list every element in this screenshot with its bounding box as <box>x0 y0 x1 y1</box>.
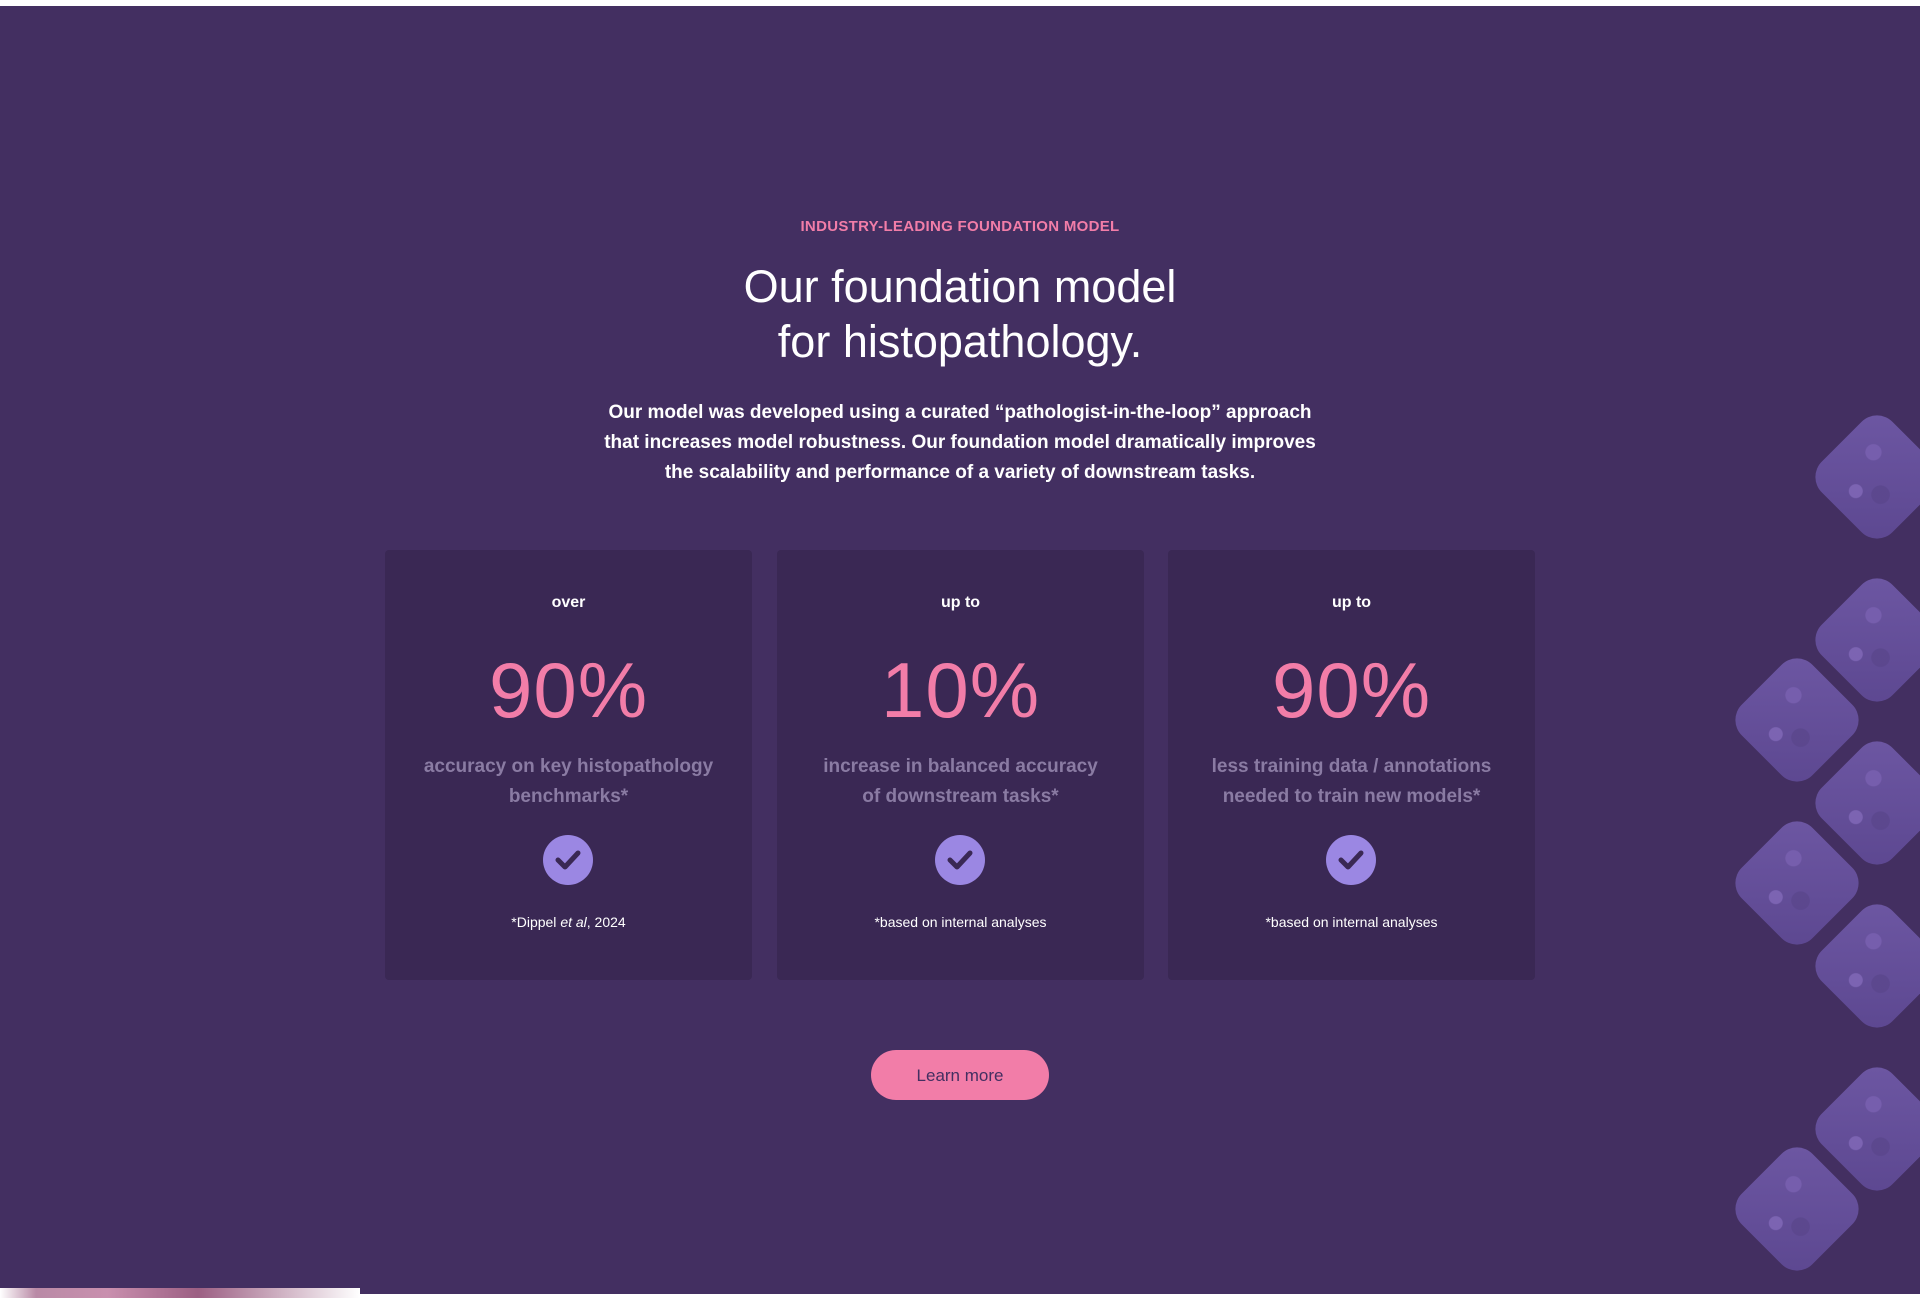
check-circle-icon <box>935 835 985 885</box>
tissue-tile <box>1806 406 1920 548</box>
stat-footnote: *based on internal analyses <box>777 914 1144 930</box>
footnote-text: , 2024 <box>586 914 626 930</box>
stat-value: 10% <box>880 646 1041 734</box>
lead-line: that increases model robustness. Our fou… <box>604 432 1316 453</box>
stat-description-line: increase in balanced accuracy <box>823 756 1098 777</box>
next-section-image-edge <box>0 1288 360 1298</box>
section-title: Our foundation model for histopathology. <box>0 259 1920 369</box>
lead-line: the scalability and performance of a var… <box>664 462 1256 483</box>
section-eyebrow: INDUSTRY-LEADING FOUNDATION MODEL <box>800 218 1120 235</box>
stat-value: 90% <box>488 646 649 734</box>
footnote-italic: et al <box>560 914 587 930</box>
stat-description-line: less training data / annotations <box>1211 756 1492 777</box>
decorative-tissue-tiles <box>1720 406 1920 1294</box>
stat-card-accuracy: over 90% accuracy on key histopathology … <box>385 550 752 980</box>
title-line: Our foundation model <box>743 261 1177 312</box>
check-circle-icon <box>543 835 593 885</box>
stat-description: accuracy on key histopathology benchmark… <box>410 752 727 812</box>
lead-line: Our model was developed using a curated … <box>608 402 1312 423</box>
stat-description-line: needed to train new models* <box>1222 786 1481 807</box>
stat-card-training-data: up to 90% less training data / annotatio… <box>1168 550 1535 980</box>
stat-footnote: *based on internal analyses <box>1168 914 1535 930</box>
stat-description-line: of downstream tasks* <box>862 786 1059 807</box>
footnote-text: *based on internal analyses <box>874 914 1047 930</box>
stat-prefix: over <box>551 594 586 611</box>
stat-prefix: up to <box>1331 594 1372 611</box>
stat-description-line: benchmarks* <box>508 786 629 807</box>
foundation-model-section: INDUSTRY-LEADING FOUNDATION MODEL Our fo… <box>0 6 1920 1294</box>
stat-description: increase in balanced accuracy of downstr… <box>802 752 1119 812</box>
stat-description-line: accuracy on key histopathology <box>423 756 714 777</box>
stat-card-balanced-accuracy: up to 10% increase in balanced accuracy … <box>777 550 1144 980</box>
footnote-text: *Dippel <box>511 914 561 930</box>
check-circle-icon <box>1326 835 1376 885</box>
stat-footnote: *Dippel et al, 2024 <box>385 914 752 930</box>
title-line: for histopathology. <box>777 316 1143 367</box>
stat-value: 90% <box>1271 646 1432 734</box>
stat-prefix: up to <box>940 594 981 611</box>
stat-description: less training data / annotations needed … <box>1193 752 1510 812</box>
section-lead: Our model was developed using a curated … <box>560 398 1360 488</box>
footnote-text: *based on internal analyses <box>1265 914 1438 930</box>
learn-more-button[interactable]: Learn more <box>871 1050 1049 1100</box>
